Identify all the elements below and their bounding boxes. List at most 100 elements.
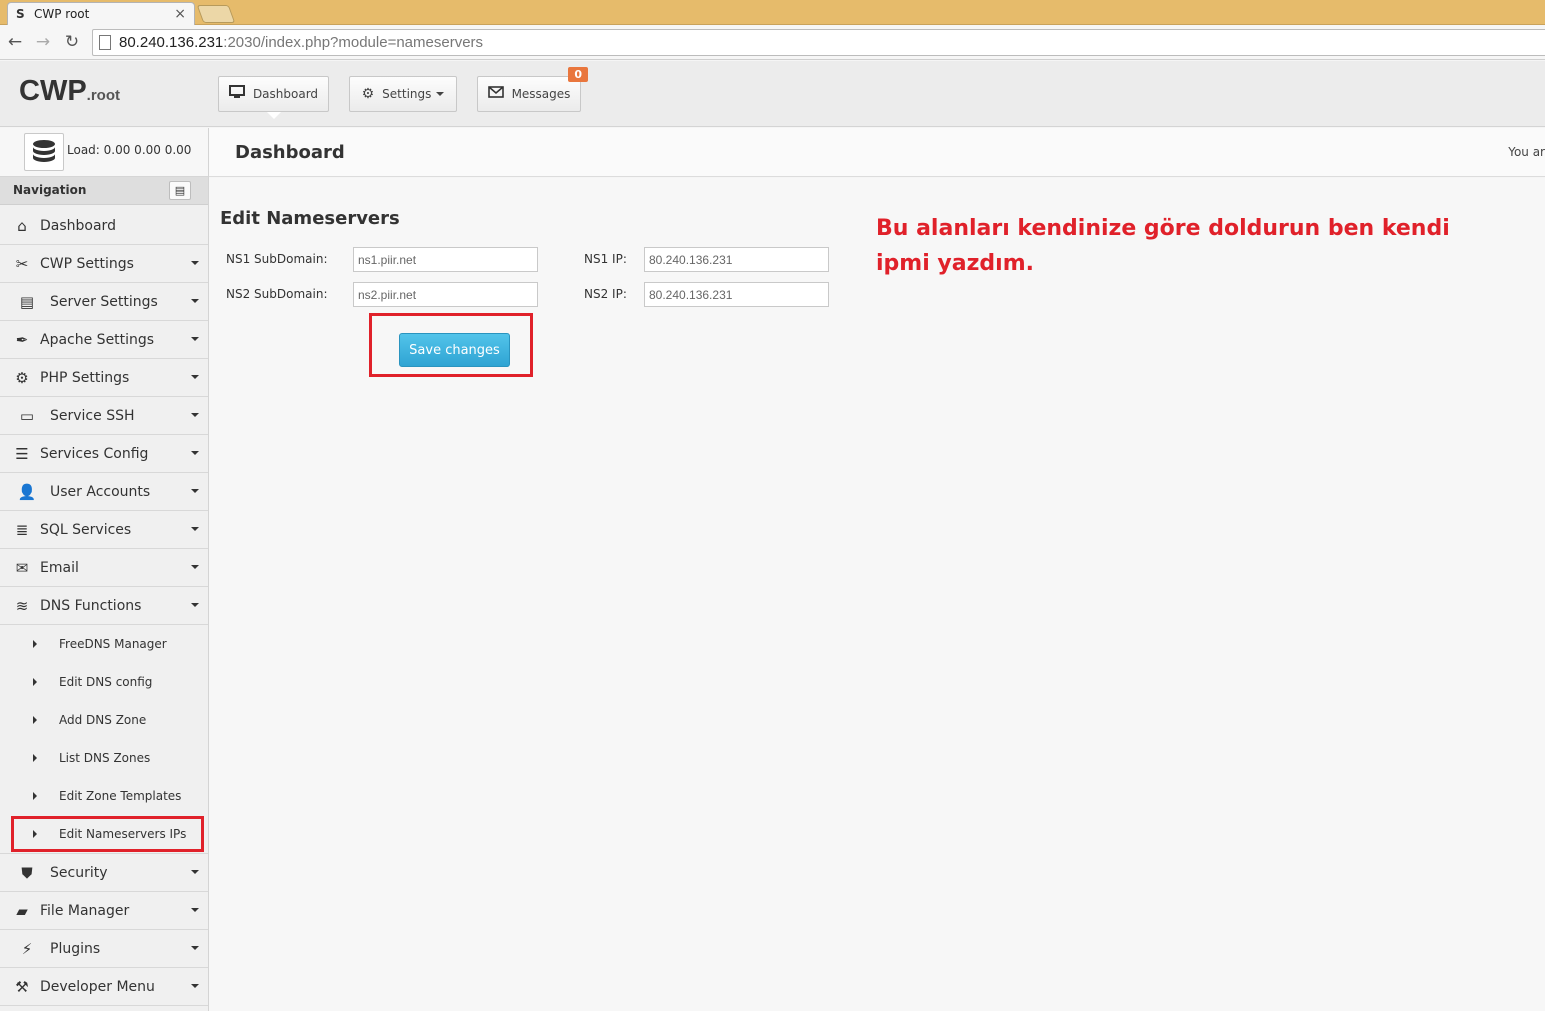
- reload-icon[interactable]: ↻: [62, 32, 82, 52]
- sidebar-item-label: Service SSH: [50, 407, 135, 424]
- dashboard-button[interactable]: Dashboard: [218, 76, 329, 119]
- sidebar-item-label: SQL Services: [40, 521, 132, 538]
- ns2-subdomain-label: NS2 SubDomain:: [226, 287, 328, 301]
- database-icon[interactable]: [24, 133, 64, 171]
- browser-tab-bar: S CWP root ×: [0, 0, 1545, 25]
- sidebar-item-cwp-settings[interactable]: ✂ CWP Settings: [0, 245, 208, 283]
- messages-button[interactable]: Messages 0: [477, 67, 588, 112]
- sidebar-item-label: Plugins: [50, 940, 101, 957]
- caret-down-icon: [191, 908, 199, 912]
- sidebar-item-dashboard[interactable]: ⌂ Dashboard: [0, 207, 208, 245]
- logo-main: CWP: [19, 75, 87, 107]
- ns2-subdomain-input[interactable]: [353, 282, 538, 307]
- sidebar-item-apache-settings[interactable]: ✒ Apache Settings: [0, 321, 208, 359]
- sidebar-item-server-settings[interactable]: ▤ Server Settings: [0, 283, 208, 321]
- monitor-icon: [228, 85, 245, 103]
- tab-favicon-icon: S: [16, 7, 25, 21]
- settings-button-label: Settings: [382, 87, 432, 101]
- caret-down-icon: [191, 603, 199, 607]
- settings-dropdown-button[interactable]: ⚙ Settings: [349, 76, 457, 112]
- browser-tab[interactable]: S CWP root ×: [7, 2, 195, 25]
- caret-down-icon: [191, 946, 199, 950]
- gear-icon: ⚙: [361, 86, 375, 102]
- sidebar-item-email[interactable]: ✉ Email: [0, 549, 208, 587]
- logo-sub: .root: [86, 87, 120, 104]
- messages-button-label: Messages: [511, 87, 571, 101]
- caret-down-icon: [191, 337, 199, 341]
- sidebar-subitem-edit-nameservers-ips[interactable]: Edit Nameservers IPs: [10, 815, 205, 853]
- sidebar-item-php-settings[interactable]: ⚙ PHP Settings: [0, 359, 208, 397]
- sidebar-item-label: Apache Settings: [40, 331, 155, 348]
- sidebar-subitem-label: List DNS Zones: [59, 751, 151, 765]
- sidebar-item-label: File Manager: [40, 902, 130, 919]
- user-icon: 👤: [17, 482, 37, 501]
- tools-icon: ✂: [15, 254, 29, 273]
- tab-title: CWP root: [34, 7, 90, 21]
- ns1-ip-input[interactable]: [644, 247, 829, 272]
- caret-right-icon: [33, 792, 37, 800]
- sidebar-subitem-label: Edit Nameservers IPs: [59, 827, 187, 841]
- caret-down-icon: [191, 565, 199, 569]
- save-changes-button[interactable]: Save changes: [399, 333, 510, 367]
- sidebar-toggle-icon[interactable]: ▤: [169, 181, 191, 200]
- sidebar-item-developer-menu[interactable]: ⚒ Developer Menu: [0, 968, 208, 1006]
- caret-right-icon: [33, 830, 37, 838]
- sidebar-item-user-accounts[interactable]: 👤 User Accounts: [0, 473, 208, 511]
- sidebar-item-dns-functions[interactable]: ≋ DNS Functions: [0, 587, 208, 625]
- section-title: Edit Nameservers: [220, 208, 400, 229]
- page-title: Dashboard: [235, 142, 345, 163]
- caret-right-icon: [33, 716, 37, 724]
- page-icon: [99, 35, 111, 50]
- caret-down-icon: [191, 489, 199, 493]
- sidebar-item-label: CWP Settings: [40, 255, 134, 272]
- server-load-box: Load: 0.00 0.00 0.00: [0, 128, 208, 177]
- chevron-down-icon: [436, 92, 445, 96]
- home-icon: ⌂: [17, 216, 27, 235]
- sidebar-item-plugins[interactable]: ⚡ Plugins: [0, 930, 208, 968]
- sidebar-subitem-add-dns-zone[interactable]: Add DNS Zone: [0, 701, 208, 739]
- sidebar-item-label: Developer Menu: [40, 978, 155, 995]
- ns2-ip-input[interactable]: [644, 282, 829, 307]
- envelope-icon: [487, 86, 504, 102]
- envelope-icon: ✉: [15, 558, 29, 577]
- ns1-ip-label: NS1 IP:: [584, 252, 627, 266]
- sidebar-subitem-edit-dns-config[interactable]: Edit DNS config: [0, 663, 208, 701]
- list-icon: ☰: [15, 444, 29, 463]
- sidebar-item-label: Dashboard: [40, 217, 116, 234]
- caret-down-icon: [191, 527, 199, 531]
- sidebar-item-file-manager[interactable]: ▰ File Manager: [0, 892, 208, 930]
- sidebar-item-services-config[interactable]: ☰ Services Config: [0, 435, 208, 473]
- sidebar-item-service-ssh[interactable]: ▭ Service SSH: [0, 397, 208, 435]
- save-highlight-box: Save changes: [369, 313, 533, 377]
- sidebar-subitem-freedns-manager[interactable]: FreeDNS Manager: [0, 625, 208, 663]
- back-arrow-icon[interactable]: ←: [5, 32, 25, 52]
- sidebar-item-label: Email: [40, 559, 79, 576]
- layers-icon: ≋: [15, 596, 29, 615]
- caret-down-icon: [191, 870, 199, 874]
- forward-arrow-icon[interactable]: →: [33, 32, 53, 52]
- url-input[interactable]: 80.240.136.231:2030/index.php?module=nam…: [92, 29, 1545, 56]
- app-header: CWP.root Dashboard ⚙ Settings Messages 0: [0, 61, 1545, 127]
- navigation-title: Navigation: [13, 183, 87, 197]
- sidebar-subitem-list-dns-zones[interactable]: List DNS Zones: [0, 739, 208, 777]
- sidebar-item-label: Services Config: [40, 445, 149, 462]
- caret-down-icon: [191, 299, 199, 303]
- dns-functions-submenu: FreeDNS Manager Edit DNS config Add DNS …: [0, 625, 208, 854]
- messages-count-badge: 0: [568, 67, 588, 82]
- sidebar-item-security[interactable]: ⛊ Security: [0, 854, 208, 892]
- app-logo[interactable]: CWP.root: [19, 75, 120, 108]
- navigation-menu: ⌂ Dashboard ✂ CWP Settings ▤ Server Sett…: [0, 207, 208, 1006]
- dashboard-button-label: Dashboard: [252, 87, 319, 101]
- tab-close-icon[interactable]: ×: [174, 6, 186, 22]
- ns2-ip-label: NS2 IP:: [584, 287, 627, 301]
- browser-address-bar: ← → ↻ 80.240.136.231:2030/index.php?modu…: [0, 25, 1545, 60]
- url-host: 80.240.136.231: [119, 34, 224, 51]
- folder-icon: ▰: [16, 901, 28, 920]
- sidebar-subitem-edit-zone-templates[interactable]: Edit Zone Templates: [0, 777, 208, 815]
- annotation-note: Bu alanları kendinize göre doldurun ben …: [876, 216, 1450, 276]
- ns1-subdomain-input[interactable]: [353, 247, 538, 272]
- sidebar: Load: 0.00 0.00 0.00 Navigation ▤ ⌂ Dash…: [0, 128, 209, 1011]
- sidebar-item-sql-services[interactable]: ≣ SQL Services: [0, 511, 208, 549]
- database-icon: ≣: [15, 520, 29, 539]
- new-tab-button[interactable]: [196, 5, 236, 23]
